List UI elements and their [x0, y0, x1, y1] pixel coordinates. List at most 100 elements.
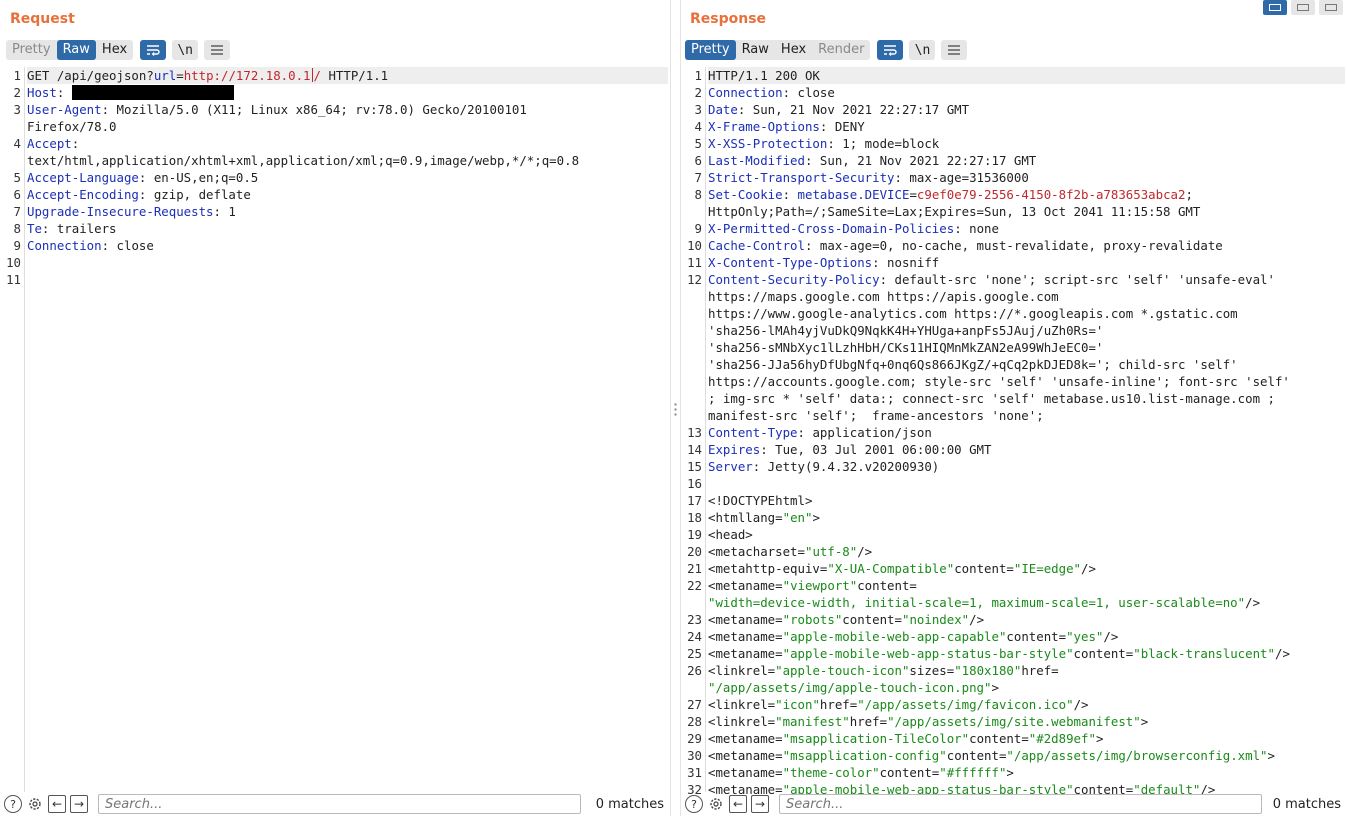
- tab-pretty[interactable]: Pretty: [685, 40, 736, 60]
- line-number: 23: [687, 612, 702, 627]
- line-number: 28: [687, 714, 702, 729]
- line-number: 26: [687, 663, 702, 678]
- line-number: 8: [13, 221, 21, 236]
- code-line: https://maps.google.com https://apis.goo…: [681, 288, 1347, 305]
- line-content: https://accounts.google.com; style-src '…: [708, 374, 1290, 389]
- line-content: Cache-Control: max-age=0, no-cache, must…: [708, 238, 1223, 253]
- code-line: 16: [681, 475, 1347, 492]
- tab-hex[interactable]: Hex: [96, 40, 133, 60]
- code-line: 29 <metaname="msapplication-TileColor"con…: [681, 730, 1347, 747]
- code-line: 1 GET /api/geojson?url=http://172.18.0.1/…: [0, 67, 670, 84]
- single-pane-icon[interactable]: [1319, 0, 1343, 15]
- code-line: 26 <linkrel="apple-touch-icon"sizes="180x…: [681, 662, 1347, 679]
- request-search-bar: ? ← → 0 matches: [0, 792, 670, 816]
- code-line: 4 Accept:: [0, 135, 670, 152]
- pane-divider[interactable]: [670, 0, 681, 816]
- newline-toggle-button[interactable]: \n: [172, 40, 199, 60]
- code-line: 6 Accept-Encoding: gzip, deflate: [0, 186, 670, 203]
- code-line: 2 Host:: [0, 84, 670, 101]
- hamburger-menu-icon[interactable]: [204, 40, 231, 60]
- arrow-left-icon[interactable]: ←: [729, 795, 747, 813]
- line-number: 10: [6, 255, 21, 270]
- line-number: 31: [687, 765, 702, 780]
- arrow-right-icon[interactable]: →: [70, 795, 88, 813]
- response-search-bar: ? ← → 0 matches: [681, 792, 1347, 816]
- code-line: 18 <htmllang="en">: [681, 509, 1347, 526]
- line-number: 30: [687, 748, 702, 763]
- line-content: GET /api/geojson?url=http://172.18.0.1/ …: [27, 67, 668, 84]
- line-content: Strict-Transport-Security: max-age=31536…: [708, 170, 1029, 185]
- code-line: 25 <metaname="apple-mobile-web-app-status…: [681, 645, 1347, 662]
- search-input[interactable]: [98, 794, 581, 814]
- line-number: 5: [13, 170, 21, 185]
- tab-render[interactable]: Render: [812, 40, 870, 60]
- line-content: ; img-src * 'self' data:; connect-src 's…: [708, 391, 1275, 406]
- gear-icon[interactable]: [707, 795, 725, 813]
- line-number: 6: [13, 187, 21, 202]
- code-line: 2 Connection: close: [681, 84, 1347, 101]
- line-content: manifest-src 'self'; frame-ancestors 'no…: [708, 408, 1044, 423]
- line-content: X-Frame-Options: DENY: [708, 119, 865, 134]
- gear-icon[interactable]: [26, 795, 44, 813]
- code-line: 11: [0, 271, 670, 288]
- help-icon[interactable]: ?: [4, 795, 22, 813]
- arrow-left-icon[interactable]: ←: [48, 795, 66, 813]
- response-pane: Response Pretty Raw Hex Render \n 1 HTTP/…: [681, 0, 1347, 816]
- search-input[interactable]: [779, 794, 1262, 814]
- arrow-right-icon[interactable]: →: [751, 795, 769, 813]
- request-pane: Request Pretty Raw Hex \n 1 GET /api/geoj…: [0, 0, 670, 816]
- help-icon[interactable]: ?: [685, 795, 703, 813]
- drag-handle-icon[interactable]: [674, 402, 677, 418]
- split-columns-icon[interactable]: [1263, 0, 1287, 15]
- line-content: Accept-Language: en-US,en;q=0.5: [27, 170, 259, 185]
- line-content: "width=device-width, initial-scale=1, ma…: [708, 595, 1261, 610]
- code-line: 'sha256-lMAh4yjVuDkQ9NqkK4H+YHUga+anpFs5…: [681, 322, 1347, 339]
- line-content: <metaname="apple-mobile-web-app-capable"…: [708, 629, 1119, 644]
- request-view-tabs: Pretty Raw Hex: [6, 40, 134, 60]
- code-line: 31 <metaname="theme-color"content="#fffff…: [681, 764, 1347, 781]
- request-editor[interactable]: 1 GET /api/geojson?url=http://172.18.0.1/…: [0, 67, 670, 792]
- tab-hex[interactable]: Hex: [775, 40, 812, 60]
- code-line: 12 Content-Security-Policy: default-src '…: [681, 271, 1347, 288]
- line-content: Host:: [27, 84, 668, 101]
- line-number: 1: [694, 68, 702, 83]
- line-content: Accept:: [27, 136, 80, 151]
- line-number: 16: [687, 476, 702, 491]
- response-editor[interactable]: 1 HTTP/1.1 200 OK 2 Connection: close 3 Date:…: [681, 67, 1347, 797]
- line-content: <htmllang="en">: [708, 510, 820, 525]
- code-line: manifest-src 'self'; frame-ancestors 'no…: [681, 407, 1347, 424]
- newline-toggle-button[interactable]: \n: [909, 40, 936, 60]
- line-content: Expires: Tue, 03 Jul 2001 06:00:00 GMT: [708, 442, 992, 457]
- match-count: 0 matches: [595, 796, 664, 812]
- code-line: 6 Last-Modified: Sun, 21 Nov 2021 22:27:1…: [681, 152, 1347, 169]
- line-content: Set-Cookie: metabase.DEVICE=c9ef0e79-255…: [708, 187, 1193, 202]
- code-line: 9 X-Permitted-Cross-Domain-Policies: none: [681, 220, 1347, 237]
- tab-raw[interactable]: Raw: [736, 40, 775, 60]
- code-line: 15 Server: Jetty(9.4.32.v20200930): [681, 458, 1347, 475]
- code-line: HttpOnly;Path=/;SameSite=Lax;Expires=Sun…: [681, 203, 1347, 220]
- line-content: X-XSS-Protection: 1; mode=block: [708, 136, 940, 151]
- code-line: https://accounts.google.com; style-src '…: [681, 373, 1347, 390]
- tab-raw[interactable]: Raw: [56, 40, 96, 60]
- line-number: 11: [687, 255, 702, 270]
- line-content: HTTP/1.1 200 OK: [708, 67, 1345, 84]
- code-line: 10: [0, 254, 670, 271]
- hamburger-menu-icon[interactable]: [941, 40, 968, 60]
- tab-pretty[interactable]: Pretty: [6, 40, 57, 60]
- line-content: <!DOCTYPEhtml>: [708, 493, 813, 508]
- line-number: 3: [694, 102, 702, 117]
- line-number: 9: [13, 238, 21, 253]
- word-wrap-icon[interactable]: [877, 40, 904, 60]
- code-line: 14 Expires: Tue, 03 Jul 2001 06:00:00 GMT: [681, 441, 1347, 458]
- line-number: 12: [687, 272, 702, 287]
- code-line: 28 <linkrel="manifest"href="/app/assets/i…: [681, 713, 1347, 730]
- split-rows-icon[interactable]: [1291, 0, 1315, 15]
- line-content: X-Permitted-Cross-Domain-Policies: none: [708, 221, 999, 236]
- code-line: 22 <metaname="viewport"content=: [681, 577, 1347, 594]
- line-number: 3: [13, 102, 21, 117]
- line-content: Content-Security-Policy: default-src 'no…: [708, 272, 1275, 287]
- line-content: Firefox/78.0: [27, 119, 117, 134]
- line-content: HttpOnly;Path=/;SameSite=Lax;Expires=Sun…: [708, 204, 1201, 219]
- word-wrap-icon[interactable]: [140, 40, 167, 60]
- line-number: 7: [13, 204, 21, 219]
